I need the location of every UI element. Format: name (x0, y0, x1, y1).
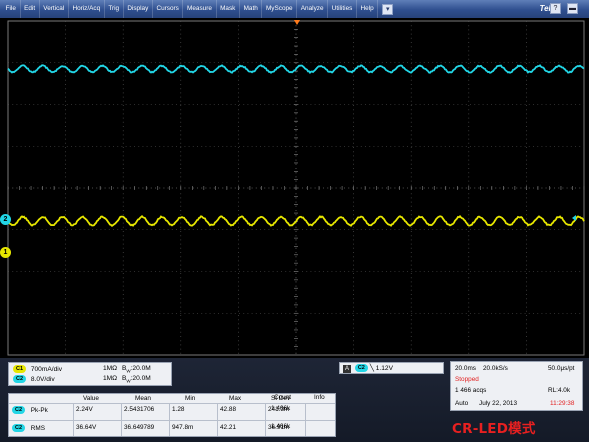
menu-edit[interactable]: Edit (21, 0, 40, 18)
ch2-bw-value: :20.0M (131, 375, 151, 382)
falling-edge-icon: ╲ (370, 365, 374, 372)
acq-time: 11:29:38 (550, 400, 574, 407)
row1-count: 1.466k (271, 405, 290, 412)
row2-max: 42.21 (220, 424, 236, 431)
menu-vertical[interactable]: Vertical (40, 0, 69, 18)
menu-measure[interactable]: Measure (183, 0, 216, 18)
row1-badge: C2 (12, 406, 25, 414)
menu-myscope[interactable]: MyScope (262, 0, 297, 18)
row2-value: 36.64V (76, 424, 96, 431)
menu-file[interactable]: File (2, 0, 21, 18)
row2-count: 1.466k (271, 423, 290, 430)
header-count: Count (274, 394, 291, 401)
acq-state: Stopped (455, 376, 479, 383)
graticule (0, 18, 589, 358)
trigger-mode-badge: A (343, 365, 351, 373)
menu-mask[interactable]: Mask (217, 0, 240, 18)
ch2-scale: 8.0V/div (31, 376, 55, 383)
header-max: Max (229, 395, 241, 402)
menu-bar: File Edit Vertical Horiz/Acq Trig Displa… (0, 0, 589, 18)
menu-horiz-acq[interactable]: Horiz/Acq (69, 0, 105, 18)
sample-rate: 20.0kS/s (483, 365, 508, 372)
row1-min: 1.28 (172, 406, 184, 413)
menu-display[interactable]: Display (124, 0, 153, 18)
table-row: C2 Pk-Pk (12, 406, 48, 414)
menu-utilities[interactable]: Utilities (328, 0, 357, 18)
menu-analyze[interactable]: Analyze (297, 0, 328, 18)
resolution: 50.0μs/pt (548, 365, 574, 372)
acq-date: July 22, 2013 (479, 400, 517, 407)
timebase: 20.0ms (455, 365, 476, 372)
trigger-mode: Auto (455, 400, 468, 407)
trigger-level: 1.12V (376, 365, 393, 372)
ch1-coupling: 1MΩ (103, 365, 117, 372)
channel-settings[interactable]: C1 700mA/div 1MΩ BW:20.0M C2 8.0V/div 1M… (8, 362, 172, 386)
acq-count: 1 466 acqs (455, 387, 486, 394)
menu-cursors[interactable]: Cursors (153, 0, 184, 18)
acquisition-status[interactable]: 20.0ms 20.0kS/s 50.0μs/pt Stopped 1 466 … (450, 361, 583, 411)
menu-help[interactable]: Help (357, 0, 378, 18)
ch1-scale: 700mA/div (31, 366, 62, 373)
ch2-coupling: 1MΩ (103, 375, 117, 382)
row2-min: 947.8m (172, 424, 193, 431)
menu-math[interactable]: Math (240, 0, 262, 18)
record-length: RL:4.0k (548, 387, 570, 394)
row2-badge: C2 (12, 424, 25, 432)
ch2-badge[interactable]: C2 (13, 375, 26, 383)
menu-trig[interactable]: Trig (105, 0, 124, 18)
ch2-ground-marker[interactable]: 2 (0, 214, 11, 225)
row2-mean: 36.649789 (124, 424, 154, 431)
row1-name: Pk-Pk (31, 407, 48, 414)
table-row: C2 RMS (12, 424, 45, 432)
ch1-bw-value: :20.0M (131, 365, 151, 372)
waveform-display[interactable]: 2 1 (0, 18, 589, 358)
header-min: Min (185, 395, 195, 402)
header-value: Value (83, 395, 99, 402)
row1-mean: 2.5431706 (124, 406, 154, 413)
ch1-ground-marker[interactable]: 1 (0, 247, 11, 258)
row1-max: 42.88 (220, 406, 236, 413)
trigger-source-badge: C2 (355, 364, 368, 372)
help-icon[interactable]: ? (550, 3, 561, 14)
caption-text: CR-LED模式 (452, 417, 536, 437)
chevron-down-icon[interactable]: ▾ (382, 4, 393, 15)
header-mean: Mean (135, 395, 151, 402)
minimize-icon[interactable]: ▬ (567, 3, 578, 14)
header-info: Info (314, 394, 325, 401)
ch1-badge[interactable]: C1 (13, 365, 26, 373)
row2-name: RMS (31, 425, 45, 432)
ch1-waveform (8, 216, 584, 226)
row1-value: 2.24V (76, 406, 93, 413)
trigger-position-icon (294, 20, 300, 25)
trigger-settings[interactable]: A C2 ╲ 1.12V (339, 362, 444, 374)
